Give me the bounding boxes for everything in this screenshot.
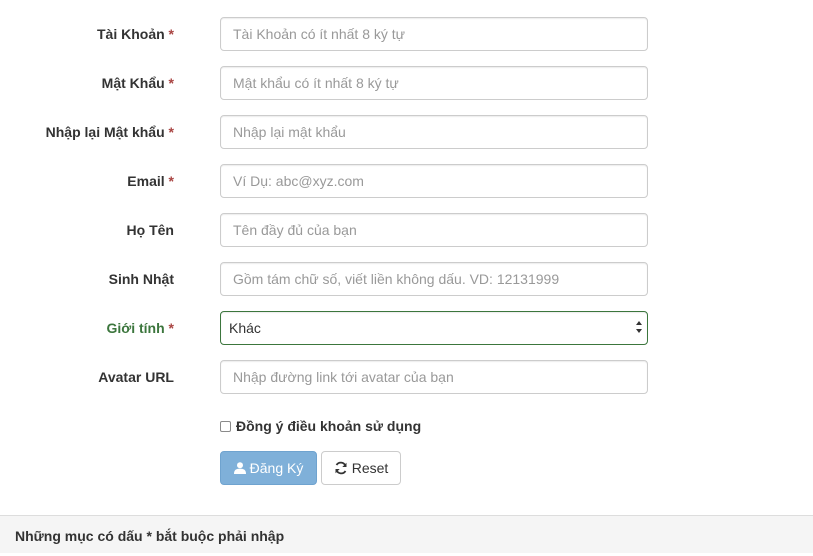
birthday-label: Sinh Nhật xyxy=(108,271,174,287)
field-password: Mật Khẩu * xyxy=(0,66,813,100)
confirm-password-label: Nhập lại Mật khẩu xyxy=(45,124,165,140)
gender-selected-value: Khác xyxy=(229,320,261,336)
username-input[interactable] xyxy=(220,17,648,51)
terms-checkbox[interactable] xyxy=(220,420,231,432)
required-mark: * xyxy=(168,124,174,140)
reset-button[interactable]: Reset xyxy=(321,451,401,485)
gender-select[interactable]: Khác xyxy=(220,311,648,345)
register-button-label: Đăng Ký xyxy=(249,460,304,476)
select-arrows-icon xyxy=(636,321,642,333)
avatar-url-input[interactable] xyxy=(220,360,648,394)
field-username: Tài Khoản * xyxy=(0,17,813,51)
field-avatar-url: Avatar URL xyxy=(0,360,813,394)
required-mark: * xyxy=(168,320,174,336)
field-confirm-password: Nhập lại Mật khẩu * xyxy=(0,115,813,149)
fullname-input[interactable] xyxy=(220,213,648,247)
avatar-url-label: Avatar URL xyxy=(98,369,174,385)
confirm-password-input[interactable] xyxy=(220,115,648,149)
field-fullname: Họ Tên xyxy=(0,213,813,247)
terms-label[interactable]: Đồng ý điều khoản sử dụng xyxy=(236,418,421,434)
password-input[interactable] xyxy=(220,66,648,100)
terms-row: Đồng ý điều khoản sử dụng xyxy=(220,416,421,436)
birthday-input[interactable] xyxy=(220,262,648,296)
email-input[interactable] xyxy=(220,164,648,198)
username-label: Tài Khoản xyxy=(96,26,165,42)
gender-label: Giới tính xyxy=(106,320,165,336)
field-email: Email * xyxy=(0,164,813,198)
refresh-icon xyxy=(335,461,347,475)
required-mark: * xyxy=(168,75,174,91)
fullname-label: Họ Tên xyxy=(126,222,174,238)
user-icon xyxy=(233,462,246,474)
form-footer: Những mục có dấu * bắt buộc phải nhập xyxy=(0,515,813,553)
required-mark: * xyxy=(168,26,174,42)
field-birthday: Sinh Nhật xyxy=(0,262,813,296)
email-label: Email xyxy=(127,173,165,189)
field-gender: Giới tính * Khác xyxy=(0,311,813,345)
required-mark: * xyxy=(168,173,174,189)
register-button[interactable]: Đăng Ký xyxy=(220,451,317,485)
password-label: Mật Khẩu xyxy=(101,75,165,91)
required-fields-note: Những mục có dấu * bắt buộc phải nhập xyxy=(15,528,285,544)
reset-button-label: Reset xyxy=(351,460,389,476)
